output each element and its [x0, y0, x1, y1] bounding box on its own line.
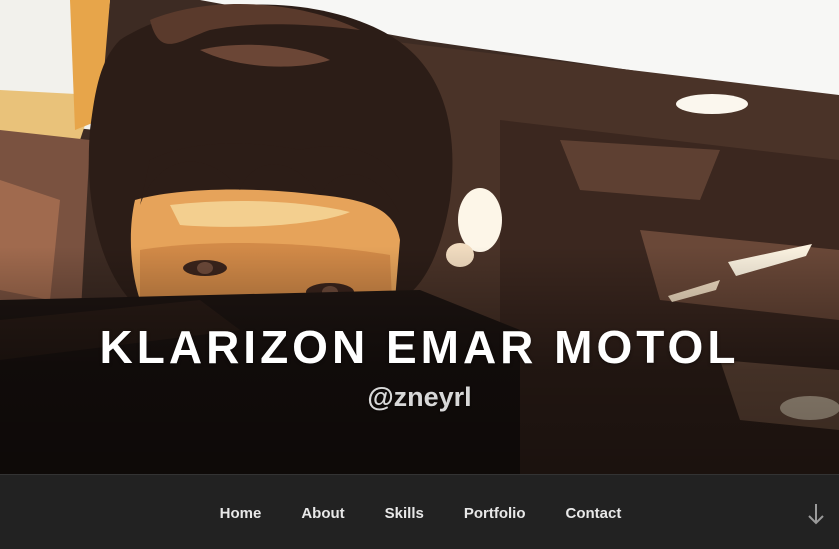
- arrow-down-icon[interactable]: [807, 502, 825, 526]
- nav-item-skills[interactable]: Skills: [365, 497, 444, 530]
- nav-item-portfolio[interactable]: Portfolio: [444, 497, 546, 530]
- nav-item-home[interactable]: Home: [200, 497, 282, 530]
- nav-menu: Home About Skills Portfolio Contact: [0, 475, 839, 549]
- main-navigation: Home About Skills Portfolio Contact: [0, 474, 839, 549]
- nav-item-contact[interactable]: Contact: [546, 497, 642, 530]
- nav-item-about[interactable]: About: [281, 497, 364, 530]
- page: KLARIZON EMAR MOTOL @zneyrl Home About S…: [0, 0, 839, 549]
- site-title[interactable]: KLARIZON EMAR MOTOL: [100, 322, 740, 373]
- header-image: KLARIZON EMAR MOTOL @zneyrl: [0, 0, 839, 474]
- site-description: @zneyrl: [367, 381, 472, 412]
- site-branding: KLARIZON EMAR MOTOL @zneyrl: [0, 322, 839, 412]
